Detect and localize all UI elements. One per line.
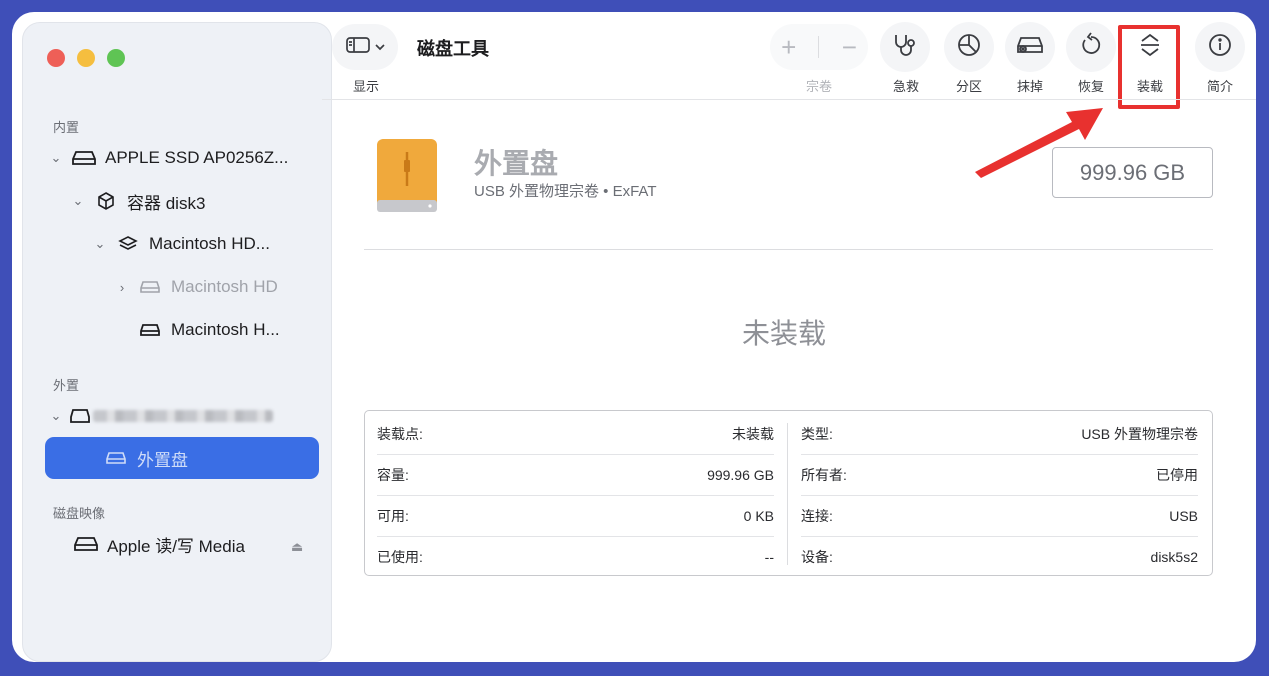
annotation-arrow: [975, 108, 1103, 178]
